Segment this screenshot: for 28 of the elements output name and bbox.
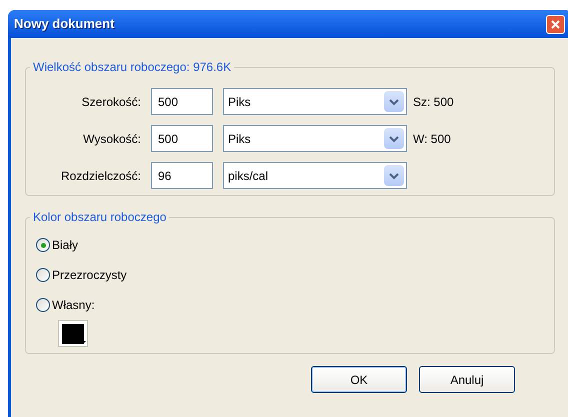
dropdown-value: Piks bbox=[228, 94, 251, 110]
dropdown-value: Piks bbox=[228, 130, 251, 148]
radio-option[interactable]: Przezroczysty bbox=[36, 266, 127, 284]
group-legend: Wielkość obszaru roboczego: 976.6K bbox=[30, 58, 234, 76]
size-reading: W: 500 bbox=[413, 130, 451, 148]
radio-button[interactable] bbox=[36, 298, 50, 312]
radio-button[interactable] bbox=[36, 268, 50, 282]
close-button[interactable] bbox=[546, 14, 565, 34]
radio-button[interactable] bbox=[36, 238, 50, 252]
group-legend: Kolor obszaru roboczego bbox=[30, 208, 170, 226]
close-icon bbox=[551, 20, 560, 28]
dialog-button[interactable]: Anuluj bbox=[419, 366, 515, 393]
dialog-button[interactable]: OK bbox=[311, 366, 407, 393]
unit-dropdown[interactable]: piks/cal bbox=[223, 162, 407, 189]
color-swatch-button[interactable] bbox=[58, 320, 88, 347]
window-title: Nowy dokument bbox=[14, 15, 114, 34]
radio-option[interactable]: Własny: bbox=[36, 296, 95, 314]
radio-option[interactable]: Biały bbox=[36, 236, 78, 254]
unit-dropdown[interactable]: Piks bbox=[223, 88, 407, 115]
field-label: Wysokość: bbox=[82, 130, 142, 148]
size-reading: Sz: 500 bbox=[413, 94, 454, 110]
field-label: Szerokość: bbox=[80, 94, 142, 110]
number-field[interactable]: 96 bbox=[151, 162, 213, 189]
unit-dropdown[interactable]: Piks bbox=[223, 125, 407, 152]
number-field[interactable]: 500 bbox=[151, 125, 213, 152]
number-field[interactable]: 500 bbox=[151, 88, 213, 115]
field-label: Rozdzielczość: bbox=[60, 168, 142, 184]
dropdown-value: piks/cal bbox=[228, 168, 268, 184]
